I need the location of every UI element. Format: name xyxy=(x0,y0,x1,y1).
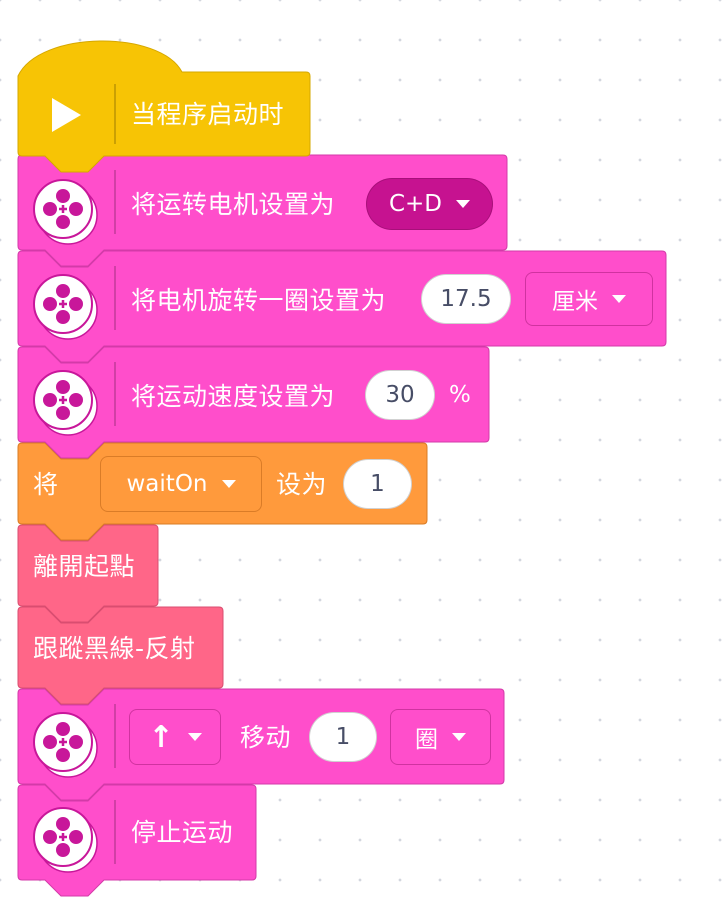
chevron-down-icon xyxy=(612,295,626,303)
when-program-starts-label: 当程序启动时 xyxy=(131,100,285,129)
block-stack xyxy=(17,40,667,897)
leave-start-label: 離開起點 xyxy=(33,552,136,581)
stop-moving-label: 停止运动 xyxy=(131,818,234,847)
move-unit-value: 圈 xyxy=(415,727,438,753)
arrow-up-icon: ↑ xyxy=(148,719,174,755)
separator xyxy=(114,266,116,330)
move-label: 移动 xyxy=(240,723,292,752)
chevron-down-icon xyxy=(452,733,466,741)
motor-icon xyxy=(33,712,98,778)
chevron-down-icon xyxy=(187,733,202,741)
motor-pair-value: C+D xyxy=(388,191,443,217)
speed-input[interactable]: 30 xyxy=(365,370,435,420)
motor-icon xyxy=(33,807,98,873)
motor-icon xyxy=(33,179,98,245)
move-amount-input[interactable]: 1 xyxy=(309,712,377,762)
move-unit-dropdown[interactable]: 圈 xyxy=(390,709,491,765)
set-movement-speed-label: 将运动速度设置为 xyxy=(131,382,336,411)
motor-icon xyxy=(33,370,98,436)
rotation-distance-input[interactable]: 17.5 xyxy=(421,274,511,324)
chevron-down-icon xyxy=(221,480,236,488)
rotation-unit-dropdown[interactable]: 厘米 xyxy=(525,272,653,326)
set-motor-rotation-label: 将电机旋转一圈设置为 xyxy=(131,286,387,315)
separator xyxy=(114,170,116,234)
play-icon xyxy=(52,98,81,132)
follow-line-label: 跟蹤黑線-反射 xyxy=(33,634,196,663)
rotation-unit-value: 厘米 xyxy=(552,289,598,315)
separator xyxy=(114,800,116,864)
speed-unit-label: % xyxy=(449,382,472,408)
separator xyxy=(114,362,116,426)
separator xyxy=(114,84,116,144)
variable-name: waitOn xyxy=(126,471,208,497)
motor-icon xyxy=(33,274,98,340)
direction-dropdown[interactable]: ↑ xyxy=(129,709,221,765)
chevron-down-icon xyxy=(456,200,471,208)
set-variable-prefix: 将 xyxy=(33,470,59,499)
variable-dropdown[interactable]: waitOn xyxy=(100,456,262,512)
set-movement-motors-label: 将运转电机设置为 xyxy=(131,190,336,219)
motor-pair-dropdown[interactable]: C+D xyxy=(366,178,493,230)
separator xyxy=(114,704,116,768)
set-variable-mid-label: 设为 xyxy=(276,470,328,499)
variable-value-input[interactable]: 1 xyxy=(343,459,412,509)
